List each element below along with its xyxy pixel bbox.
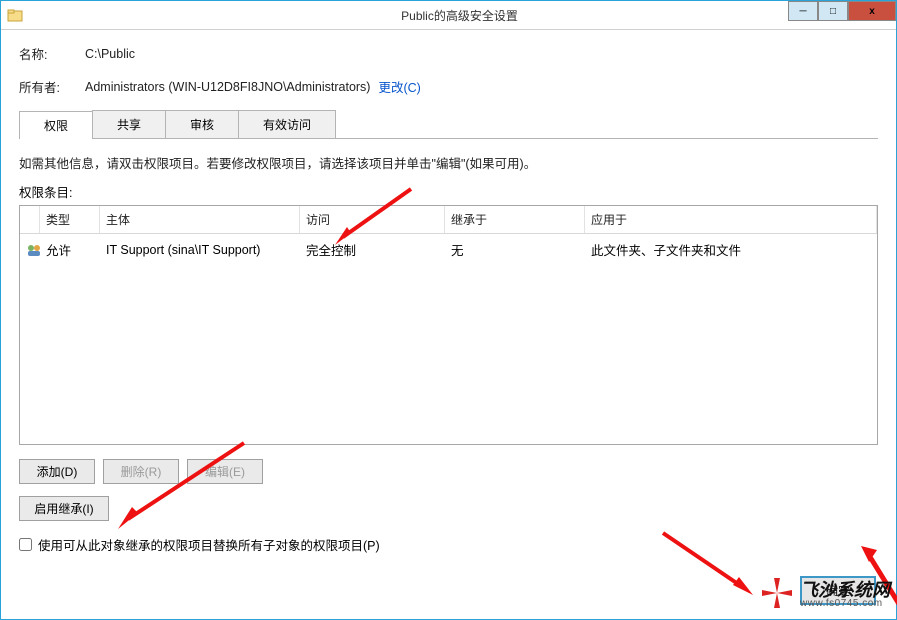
titlebar: Public的高级安全设置 ─ □ x [1, 1, 896, 30]
group-icon [26, 242, 40, 258]
col-type[interactable]: 类型 [40, 206, 100, 233]
row-applies: 此文件夹、子文件夹和文件 [585, 238, 877, 261]
tab-auditing[interactable]: 审核 [165, 110, 239, 138]
permission-entries-list[interactable]: 类型 主体 访问 继承于 应用于 允许 IT Support (sina\IT … [19, 205, 878, 445]
row-type: 允许 [40, 238, 100, 261]
advanced-security-window: Public的高级安全设置 ─ □ x 名称: C:\Public 所有者: A… [0, 0, 897, 620]
col-access[interactable]: 访问 [300, 206, 445, 233]
name-label: 名称: [19, 44, 85, 63]
content-area: 名称: C:\Public 所有者: Administrators (WIN-U… [1, 30, 896, 568]
add-button[interactable]: 添加(D) [19, 459, 95, 484]
change-owner-link[interactable]: 更改(C) [378, 77, 420, 96]
name-row: 名称: C:\Public [19, 44, 878, 63]
close-button[interactable]: x [848, 1, 896, 21]
replace-child-permissions-row: 使用可从此对象继承的权限项目替换所有子对象的权限项目(P) [19, 535, 878, 554]
folder-icon [7, 7, 23, 23]
list-header: 类型 主体 访问 继承于 应用于 [20, 206, 877, 234]
tab-permissions[interactable]: 权限 [19, 111, 93, 139]
entry-buttons: 添加(D) 删除(R) 编辑(E) [19, 459, 878, 484]
row-icon-cell [20, 238, 40, 261]
row-inherited: 无 [445, 238, 585, 261]
window-title: Public的高级安全设置 [23, 7, 896, 24]
owner-row: 所有者: Administrators (WIN-U12D8FI8JNO\Adm… [19, 77, 878, 96]
owner-value: Administrators (WIN-U12D8FI8JNO\Administ… [85, 80, 370, 94]
col-blank[interactable] [20, 206, 40, 233]
tab-effective-access[interactable]: 有效访问 [238, 110, 336, 138]
row-access: 完全控制 [300, 238, 445, 261]
row-principal: IT Support (sina\IT Support) [100, 238, 300, 261]
replace-child-permissions-label: 使用可从此对象继承的权限项目替换所有子对象的权限项目(P) [38, 535, 380, 554]
watermark-title: 飞沙系统网 [800, 581, 890, 599]
enable-inheritance-button[interactable]: 启用继承(I) [19, 496, 109, 521]
permission-entries-label: 权限条目: [19, 182, 878, 201]
window-controls: ─ □ x [788, 1, 896, 21]
col-inherited[interactable]: 继承于 [445, 206, 585, 233]
watermark: 飞沙系统网 www.fs0745.com [760, 576, 890, 613]
name-value: C:\Public [85, 47, 135, 61]
instruction-text: 如需其他信息，请双击权限项目。若要修改权限项目，请选择该项目并单击"编辑"(如果… [19, 153, 878, 172]
tab-strip: 权限 共享 审核 有效访问 [19, 110, 878, 139]
tab-share[interactable]: 共享 [92, 110, 166, 138]
table-row[interactable]: 允许 IT Support (sina\IT Support) 完全控制 无 此… [20, 234, 877, 265]
edit-button[interactable]: 编辑(E) [187, 459, 263, 484]
minimize-button[interactable]: ─ [788, 1, 818, 21]
replace-child-permissions-checkbox[interactable] [19, 538, 32, 551]
maximize-button[interactable]: □ [818, 1, 848, 21]
remove-button[interactable]: 删除(R) [103, 459, 179, 484]
watermark-url: www.fs0745.com [800, 599, 890, 609]
owner-label: 所有者: [19, 77, 85, 96]
windmill-icon [760, 576, 794, 613]
col-applies[interactable]: 应用于 [585, 206, 877, 233]
col-principal[interactable]: 主体 [100, 206, 300, 233]
